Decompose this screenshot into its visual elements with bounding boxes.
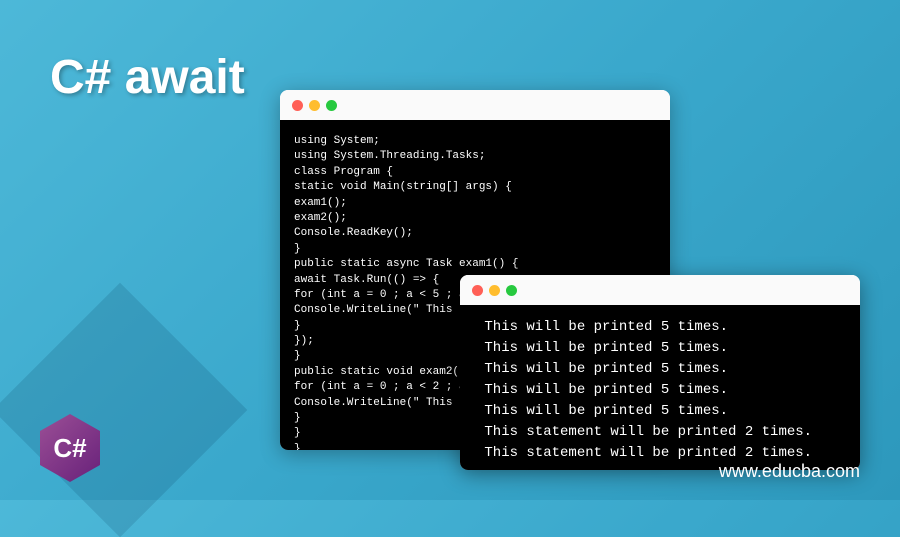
close-icon (472, 285, 483, 296)
maximize-icon (506, 285, 517, 296)
output-window-header (460, 275, 860, 305)
website-url: www.educba.com (719, 461, 860, 482)
background-decoration (0, 283, 247, 537)
csharp-logo-hex: C# (40, 414, 100, 482)
output-content: This will be printed 5 times. This will … (460, 305, 860, 470)
output-window: This will be printed 5 times. This will … (460, 275, 860, 470)
close-icon (292, 100, 303, 111)
maximize-icon (326, 100, 337, 111)
code-window-header (280, 90, 670, 120)
csharp-logo-text: C# (53, 433, 86, 464)
csharp-logo: C# (40, 414, 100, 482)
page-title: C# await (50, 50, 245, 105)
minimize-icon (489, 285, 500, 296)
minimize-icon (309, 100, 320, 111)
